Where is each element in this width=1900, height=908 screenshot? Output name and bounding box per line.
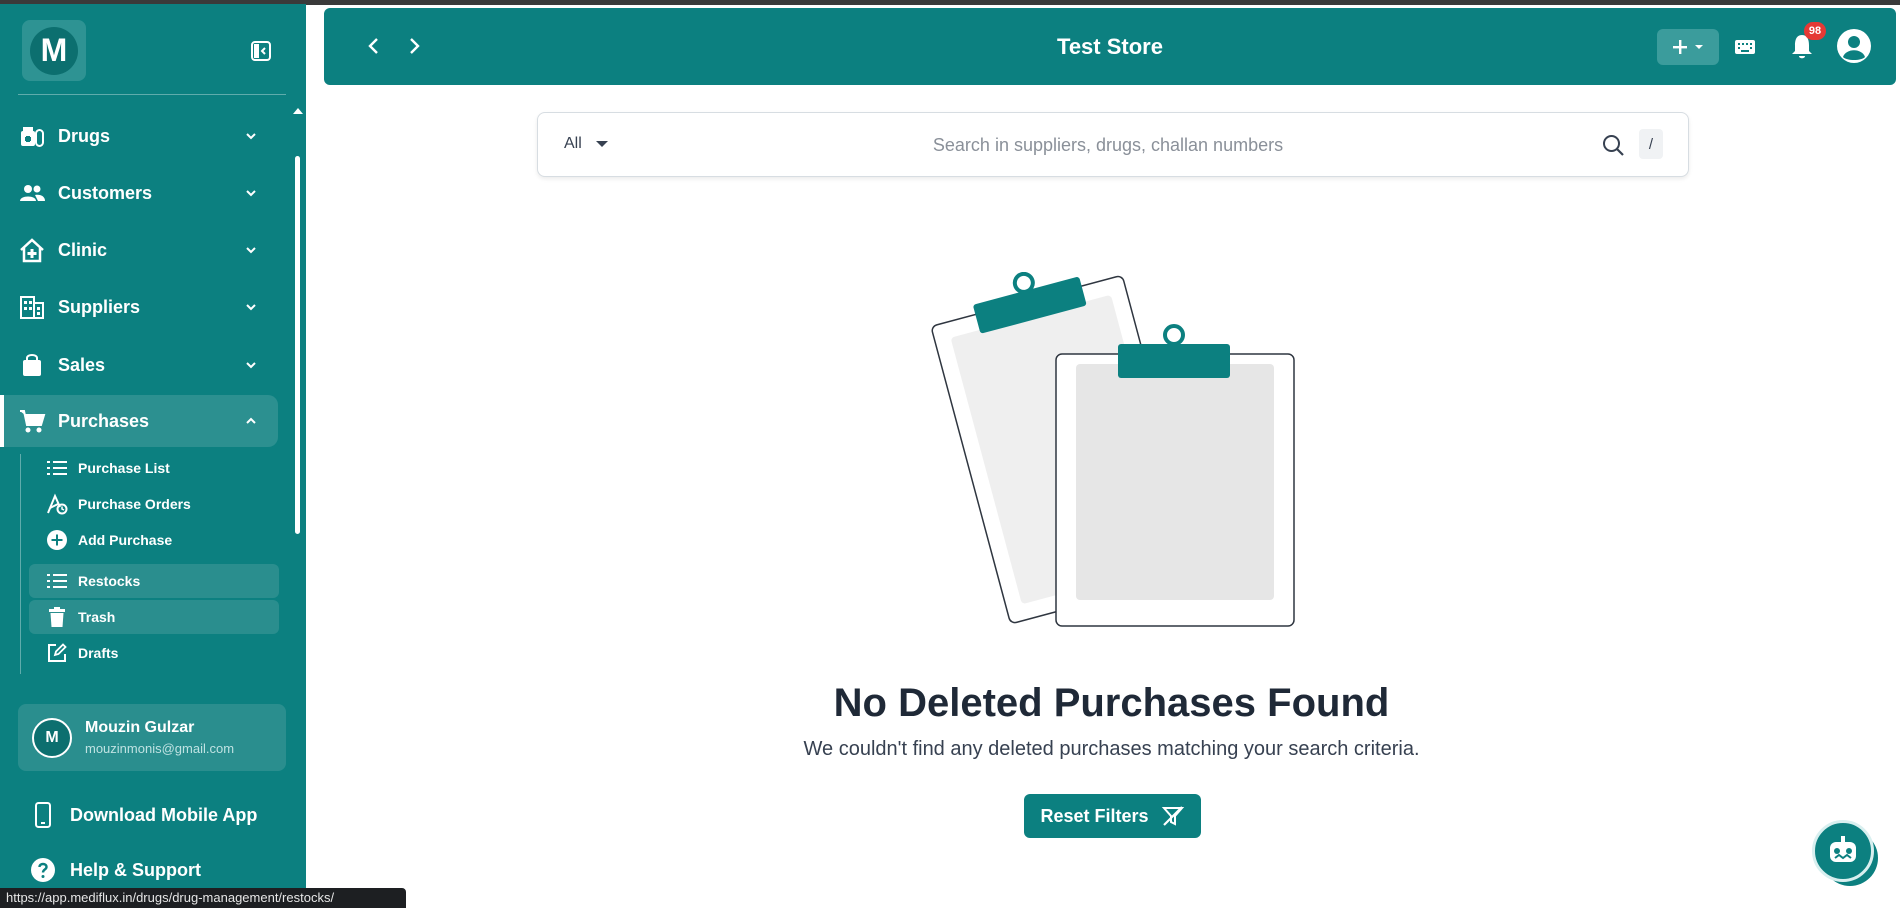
sidebar-subitem-label: Restocks xyxy=(78,573,141,589)
help-support-label: Help & Support xyxy=(70,859,201,880)
cart-icon xyxy=(20,410,46,433)
list-icon xyxy=(47,574,67,588)
drugs-icon xyxy=(21,127,44,147)
customers-icon xyxy=(20,185,45,201)
empty-state-message: We couldn't find any deleted purchases m… xyxy=(803,738,1420,760)
user-profile-card[interactable]: M Mouzin Gulzar mouzinmonis@gmail.com xyxy=(18,704,286,771)
user-email: mouzinmonis@gmail.com xyxy=(85,741,235,756)
download-mobile-app-label: Download Mobile App xyxy=(70,804,258,825)
sidebar-item-label: Suppliers xyxy=(58,296,141,317)
sidebar-item-label: Clinic xyxy=(58,239,108,260)
purchase-orders-icon xyxy=(47,493,68,515)
download-mobile-app-link[interactable]: Download Mobile App xyxy=(30,802,257,828)
user-name: Mouzin Gulzar xyxy=(85,719,195,736)
sidebar-collapse-icon[interactable] xyxy=(250,40,272,62)
sidebar-item-sales[interactable]: Sales xyxy=(0,339,280,391)
sidebar-subitem-label: Purchase Orders xyxy=(78,496,191,512)
chevron-down-icon xyxy=(246,247,256,254)
logo-divider xyxy=(18,94,286,95)
sidebar-subitem-purchase-orders[interactable]: Purchase Orders xyxy=(29,487,279,521)
fab-button[interactable] xyxy=(1812,820,1874,882)
sidebar-subitem-label: Drafts xyxy=(78,645,119,661)
phone-icon xyxy=(35,802,51,828)
sidebar-subitem-label: Trash xyxy=(78,609,116,625)
avatar: M xyxy=(32,718,72,758)
sidebar-item-purchases[interactable]: Purchases xyxy=(0,395,278,447)
sidebar-scrollbar[interactable] xyxy=(295,156,300,534)
sidebar-item-suppliers[interactable]: Suppliers xyxy=(0,281,280,333)
help-circle-icon xyxy=(31,858,55,882)
chevron-down-icon xyxy=(246,133,256,140)
sidebar-subitem-label: Purchase List xyxy=(78,460,170,476)
sidebar-subitem-restocks[interactable]: Restocks xyxy=(29,564,279,598)
list-icon xyxy=(47,461,67,475)
edit-icon xyxy=(48,643,67,662)
sidebar-item-drugs[interactable]: Drugs xyxy=(0,110,280,162)
trash-icon xyxy=(49,607,65,627)
suppliers-icon xyxy=(20,296,44,319)
plus-circle-icon xyxy=(47,530,67,550)
help-support-link[interactable]: Help & Support xyxy=(30,857,201,883)
sidebar-subitem-drafts[interactable]: Drafts xyxy=(29,636,279,670)
assistant-bot-fab[interactable] xyxy=(1812,820,1878,892)
submenu-guide-line xyxy=(20,454,21,674)
chevron-down-icon xyxy=(246,190,256,197)
sidebar-subitem-add-purchase[interactable]: Add Purchase xyxy=(29,523,279,557)
sidebar-item-label: Customers xyxy=(58,182,153,203)
logo-letter: M xyxy=(30,26,78,75)
app-logo[interactable]: M xyxy=(22,20,86,81)
sales-bag-icon xyxy=(23,354,41,376)
main-content: No Deleted Purchases Found We couldn't f… xyxy=(306,0,1900,908)
empty-state-title: No Deleted Purchases Found xyxy=(833,681,1390,725)
sidebar: M Drugs Customers Clinic Suppliers Sales… xyxy=(0,4,306,908)
sidebar-subitem-purchase-list[interactable]: Purchase List xyxy=(29,451,279,485)
chevron-down-icon xyxy=(246,304,256,311)
reset-filters-label: Reset Filters xyxy=(1040,805,1149,826)
sidebar-item-label: Sales xyxy=(58,354,106,375)
chevron-up-icon xyxy=(246,417,256,424)
robot-icon xyxy=(1830,836,1856,862)
sidebar-subitem-trash[interactable]: Trash xyxy=(29,600,279,634)
reset-filters-button[interactable]: Reset Filters xyxy=(1024,794,1201,838)
sidebar-item-clinic[interactable]: Clinic xyxy=(0,224,280,276)
clinic-icon xyxy=(20,238,44,263)
chevron-down-icon xyxy=(246,362,256,369)
sidebar-item-label: Purchases xyxy=(58,410,150,431)
filter-off-icon xyxy=(1161,806,1184,826)
scroll-up-arrow[interactable] xyxy=(293,108,303,114)
sidebar-item-label: Drugs xyxy=(58,125,111,146)
sidebar-subitem-label: Add Purchase xyxy=(78,532,173,548)
sidebar-item-customers[interactable]: Customers xyxy=(0,167,280,219)
